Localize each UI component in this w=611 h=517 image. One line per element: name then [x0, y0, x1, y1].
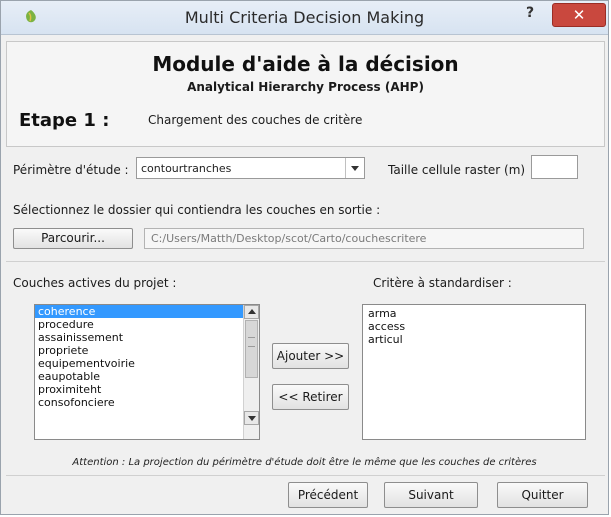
- list-item[interactable]: arma: [363, 307, 585, 320]
- list-item[interactable]: equipementvoirie: [35, 357, 259, 370]
- module-title: Module d'aide à la décision: [152, 52, 459, 76]
- projection-notice: Attention : La projection du périmètre d…: [72, 457, 537, 468]
- previous-button[interactable]: Précédent: [288, 482, 368, 508]
- close-icon: ✕: [572, 6, 586, 24]
- perimeter-label: Périmètre d'étude :: [13, 163, 129, 177]
- list-item[interactable]: articul: [363, 333, 585, 346]
- quit-button[interactable]: Quitter: [497, 482, 588, 508]
- window-title: Multi Criteria Decision Making: [184, 8, 425, 27]
- list-item[interactable]: coherence: [35, 305, 259, 318]
- next-button[interactable]: Suivant: [384, 482, 478, 508]
- active-layers-list[interactable]: coherence procedure assainissement propr…: [34, 304, 260, 440]
- output-path-field[interactable]: C:/Users/Matth/Desktop/scot/Carto/couche…: [144, 228, 584, 249]
- perimeter-value: contourtranches: [141, 162, 232, 175]
- help-button[interactable]: ?: [521, 5, 539, 25]
- scroll-up-icon[interactable]: [244, 305, 259, 319]
- title-bar: Multi Criteria Decision Making ? ✕: [1, 1, 608, 35]
- list-item[interactable]: propriete: [35, 344, 259, 357]
- cell-size-label: Taille cellule raster (m): [388, 163, 526, 177]
- active-layers-label: Couches actives du projet :: [13, 276, 177, 290]
- scroll-thumb[interactable]: [245, 320, 258, 378]
- browse-button[interactable]: Parcourir...: [13, 228, 133, 249]
- close-button[interactable]: ✕: [552, 3, 606, 27]
- scroll-down-icon[interactable]: [244, 411, 259, 425]
- list-item[interactable]: consofonciere: [35, 396, 259, 409]
- output-path-value: C:/Users/Matth/Desktop/scot/Carto/couche…: [151, 232, 427, 245]
- list-item[interactable]: procedure: [35, 318, 259, 331]
- list-item[interactable]: eaupotable: [35, 370, 259, 383]
- output-folder-label: Sélectionnez le dossier qui contiendra l…: [13, 203, 381, 217]
- list-item[interactable]: proximiteht: [35, 383, 259, 396]
- add-button[interactable]: Ajouter >>: [272, 343, 349, 369]
- step-description: Chargement des couches de critère: [148, 113, 363, 127]
- active-layers-scrollbar[interactable]: [243, 305, 259, 439]
- chevron-down-icon: [345, 158, 364, 178]
- header-panel: Module d'aide à la décision Analytical H…: [6, 41, 605, 147]
- method-subtitle: Analytical Hierarchy Process (AHP): [187, 80, 424, 94]
- section-divider: [6, 261, 605, 262]
- list-item[interactable]: access: [363, 320, 585, 333]
- dialog-window: Multi Criteria Decision Making ? ✕ Modul…: [0, 0, 609, 515]
- criteria-list[interactable]: arma access articul: [362, 304, 586, 440]
- criteria-label: Critère à standardiser :: [373, 276, 512, 290]
- remove-button[interactable]: << Retirer: [272, 384, 349, 410]
- list-item[interactable]: assainissement: [35, 331, 259, 344]
- cell-size-input[interactable]: [531, 155, 578, 179]
- step-title: Etape 1 :: [19, 110, 110, 131]
- perimeter-select[interactable]: contourtranches: [136, 157, 365, 179]
- footer-divider: [6, 475, 605, 476]
